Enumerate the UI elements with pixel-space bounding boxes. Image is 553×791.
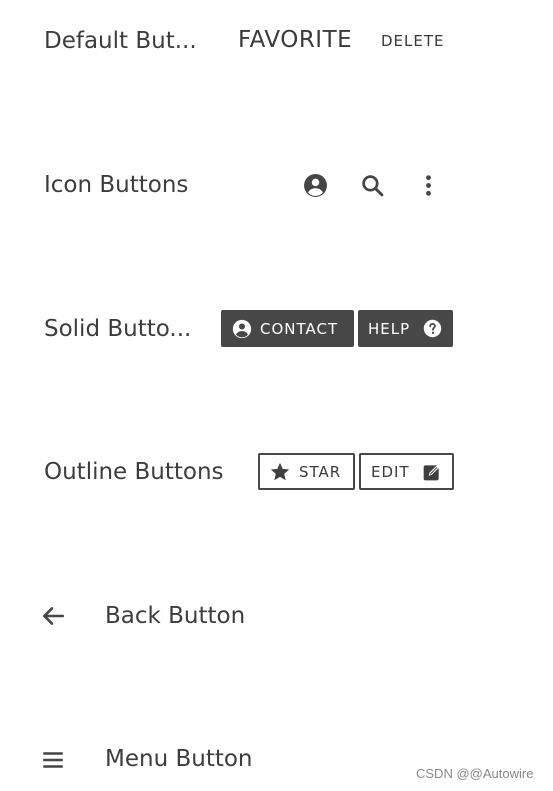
delete-button[interactable]: DELETE	[381, 32, 445, 50]
edit-button[interactable]: EDIT	[359, 453, 454, 490]
favorite-button[interactable]: FAVORITE	[238, 27, 352, 53]
icon-buttons-row: Icon Buttons	[0, 161, 553, 209]
edit-button-label: EDIT	[371, 462, 410, 481]
outline-buttons-row: Outline Buttons STAR EDIT	[0, 448, 553, 496]
default-buttons-row: Default But... FAVORITE DELETE	[0, 18, 553, 66]
star-icon	[269, 461, 291, 483]
outline-buttons-label: Outline Buttons	[44, 459, 224, 485]
account-circle-icon	[232, 319, 252, 339]
account-icon-button[interactable]	[300, 170, 330, 200]
default-buttons-label: Default But...	[44, 28, 197, 54]
menu-icon[interactable]	[40, 747, 66, 773]
help-circle-icon	[423, 319, 442, 338]
star-button[interactable]: STAR	[258, 453, 355, 490]
star-button-label: STAR	[299, 462, 342, 481]
search-icon	[360, 173, 385, 198]
more-icon-button[interactable]	[413, 170, 443, 200]
more-vert-icon	[416, 173, 441, 198]
search-icon-button[interactable]	[357, 170, 387, 200]
solid-buttons-row: Solid Butto... CONTACT HELP	[0, 305, 553, 353]
help-button-label: HELP	[368, 319, 411, 338]
edit-icon	[422, 462, 442, 482]
contact-button-label: CONTACT	[260, 319, 339, 338]
arrow-back-icon[interactable]	[40, 603, 66, 629]
watermark: CSDN @@Autowire	[416, 766, 534, 781]
back-button-label: Back Button	[105, 603, 246, 629]
menu-button-label: Menu Button	[105, 746, 253, 772]
contact-button[interactable]: CONTACT	[221, 310, 354, 347]
help-button[interactable]: HELP	[358, 310, 453, 347]
solid-buttons-label: Solid Butto...	[44, 316, 192, 342]
account-circle-icon	[303, 173, 328, 198]
back-button-row[interactable]: Back Button	[0, 592, 553, 640]
icon-buttons-label: Icon Buttons	[44, 172, 189, 198]
